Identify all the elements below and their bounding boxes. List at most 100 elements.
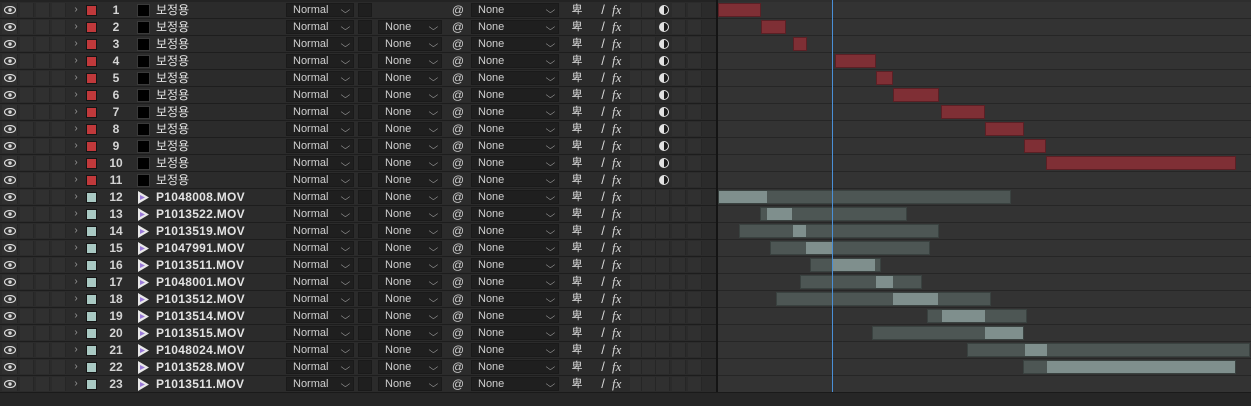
shy-icon[interactable]: 卑 [568, 36, 586, 52]
preserve-transparency-toggle[interactable] [358, 139, 372, 153]
switch-cell[interactable] [672, 258, 686, 272]
switch-cell[interactable] [672, 139, 686, 153]
layer-row[interactable]: › 5 보정용 Normal ⌵ None ⌵ @ None ⌵ 卑 / fx [0, 70, 716, 87]
preserve-transparency-toggle[interactable] [358, 37, 372, 51]
layer-duration-bar[interactable] [1023, 139, 1047, 153]
switch-cell[interactable] [630, 224, 642, 238]
switch-cell[interactable] [52, 258, 66, 272]
blend-mode-dropdown[interactable]: Normal ⌵ [286, 71, 354, 85]
layer-name[interactable]: 보정용 [156, 155, 189, 171]
chevron-right-icon[interactable]: › [70, 206, 82, 222]
chevron-right-icon[interactable]: › [70, 121, 82, 137]
shy-icon[interactable]: 卑 [568, 240, 586, 256]
label-color-swatch[interactable] [86, 158, 97, 169]
parent-dropdown[interactable]: None ⌵ [471, 139, 559, 153]
fx-icon[interactable]: fx [612, 325, 630, 341]
spiral-icon[interactable]: @ [450, 189, 466, 205]
layer-duration-bar[interactable] [718, 190, 1012, 204]
slash-icon[interactable]: / [596, 53, 610, 69]
switch-cell[interactable] [630, 88, 642, 102]
switch-cell[interactable] [688, 207, 702, 221]
switch-cell[interactable] [20, 156, 34, 170]
preserve-transparency-toggle[interactable] [358, 190, 372, 204]
track-matte-dropdown[interactable]: None ⌵ [378, 343, 442, 357]
track-matte-dropdown[interactable]: None ⌵ [378, 275, 442, 289]
layer-name[interactable]: 보정용 [156, 36, 189, 52]
slash-icon[interactable]: / [596, 240, 610, 256]
parent-dropdown[interactable]: None ⌵ [471, 258, 559, 272]
layer-row[interactable]: › 20 P1013515.MOV Normal ⌵ None ⌵ @ None ⌵ 卑 / fx [0, 325, 716, 342]
blend-mode-dropdown[interactable]: Normal ⌵ [286, 54, 354, 68]
eye-icon[interactable] [2, 292, 18, 306]
blend-mode-dropdown[interactable]: Normal ⌵ [286, 309, 354, 323]
layer-name[interactable]: P1013528.MOV [156, 359, 245, 375]
fx-icon[interactable]: fx [612, 2, 630, 18]
switch-cell[interactable] [20, 122, 34, 136]
layer-row[interactable]: › 6 보정용 Normal ⌵ None ⌵ @ None ⌵ 卑 / fx [0, 87, 716, 104]
switch-cell[interactable] [52, 88, 66, 102]
switch-cell[interactable] [630, 20, 642, 34]
fx-icon[interactable]: fx [612, 274, 630, 290]
layer-row[interactable]: › 17 P1048001.MOV Normal ⌵ None ⌵ @ None ⌵ 卑 / fx [0, 274, 716, 291]
fx-icon[interactable]: fx [612, 308, 630, 324]
layer-duration-bar[interactable] [810, 258, 882, 272]
shy-icon[interactable]: 卑 [568, 121, 586, 137]
switch-cell[interactable] [36, 156, 50, 170]
switch-cell[interactable] [20, 292, 34, 306]
eye-icon[interactable] [2, 156, 18, 170]
switch-cell[interactable] [688, 37, 702, 51]
layer-duration-bar[interactable] [760, 207, 908, 221]
layer-row[interactable]: › 16 P1013511.MOV Normal ⌵ None ⌵ @ None ⌵ 卑 / fx [0, 257, 716, 274]
eye-icon[interactable] [2, 309, 18, 323]
switch-cell[interactable] [20, 241, 34, 255]
label-color-swatch[interactable] [86, 362, 97, 373]
layer-name[interactable]: P1013522.MOV [156, 206, 245, 222]
switch-cell[interactable] [688, 139, 702, 153]
fx-icon[interactable]: fx [612, 257, 630, 273]
slash-icon[interactable]: / [596, 19, 610, 35]
switch-cell[interactable] [688, 173, 702, 187]
track-matte-dropdown[interactable]: None ⌵ [378, 258, 442, 272]
slash-icon[interactable]: / [596, 257, 610, 273]
switch-cell[interactable] [688, 122, 702, 136]
spiral-icon[interactable]: @ [450, 87, 466, 103]
switch-cell[interactable] [642, 156, 656, 170]
fx-icon[interactable]: fx [612, 70, 630, 86]
switch-cell[interactable] [642, 105, 656, 119]
bottom-scrollbar[interactable] [0, 392, 1251, 406]
shy-icon[interactable]: 卑 [568, 104, 586, 120]
preserve-transparency-toggle[interactable] [358, 105, 372, 119]
label-color-swatch[interactable] [86, 5, 97, 16]
switch-cell[interactable] [642, 224, 656, 238]
label-color-swatch[interactable] [86, 209, 97, 220]
layer-duration-bar[interactable] [1046, 156, 1237, 170]
preserve-transparency-toggle[interactable] [358, 3, 372, 17]
switch-cell[interactable] [642, 190, 656, 204]
switch-cell[interactable] [630, 190, 642, 204]
shy-icon[interactable]: 卑 [568, 138, 586, 154]
switch-cell[interactable] [36, 207, 50, 221]
chevron-right-icon[interactable]: › [70, 53, 82, 69]
shy-icon[interactable]: 卑 [568, 325, 586, 341]
label-color-swatch[interactable] [86, 56, 97, 67]
eye-icon[interactable] [2, 105, 18, 119]
switch-cell[interactable] [630, 241, 642, 255]
switch-cell[interactable] [688, 360, 702, 374]
switch-cell[interactable] [656, 309, 670, 323]
layer-name[interactable]: P1048024.MOV [156, 342, 245, 358]
layer-name[interactable]: P1013512.MOV [156, 291, 245, 307]
eye-icon[interactable] [2, 20, 18, 34]
layer-name[interactable]: 보정용 [156, 104, 189, 120]
shy-icon[interactable]: 卑 [568, 189, 586, 205]
switch-cell[interactable] [52, 54, 66, 68]
switch-cell[interactable] [688, 275, 702, 289]
layer-duration-bar[interactable] [872, 326, 1024, 340]
eye-icon[interactable] [2, 71, 18, 85]
parent-dropdown[interactable]: None ⌵ [471, 105, 559, 119]
switch-cell[interactable] [52, 377, 66, 391]
layer-duration-bar[interactable] [966, 343, 1250, 357]
switch-cell[interactable] [36, 54, 50, 68]
switch-cell[interactable] [20, 3, 34, 17]
track-matte-dropdown[interactable]: None ⌵ [378, 309, 442, 323]
switch-cell[interactable] [688, 54, 702, 68]
